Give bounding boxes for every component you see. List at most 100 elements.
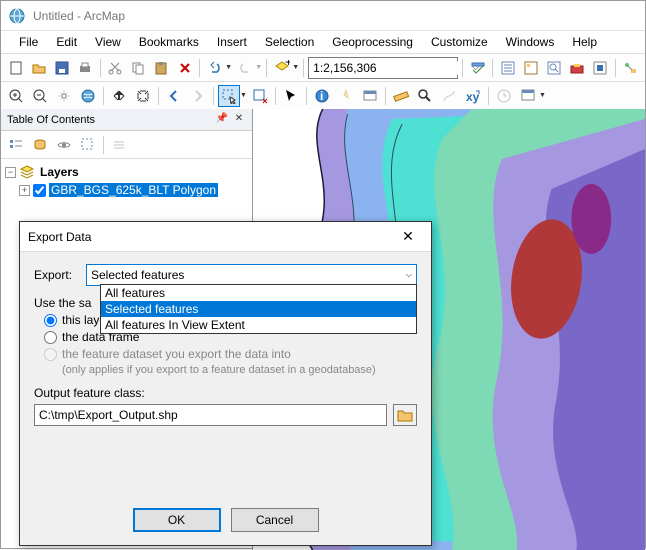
scale-input[interactable]: ⌵ — [308, 57, 458, 79]
close-icon[interactable]: ✕ — [232, 113, 246, 127]
export-dropdown-list: All features Selected features All featu… — [100, 284, 417, 334]
output-path-input[interactable] — [34, 404, 387, 426]
dropdown-icon[interactable]: ▼ — [225, 64, 232, 71]
toc-header: Table Of Contents 📌 ✕ — [1, 109, 252, 131]
collapse-icon[interactable]: − — [5, 167, 16, 178]
go-to-xy-icon[interactable]: xy — [462, 85, 484, 107]
separator — [275, 87, 276, 105]
export-option[interactable]: All features — [101, 285, 416, 301]
separator — [100, 59, 101, 77]
dialog-footer: OK Cancel — [20, 503, 431, 545]
options-icon[interactable] — [108, 134, 130, 156]
export-value: Selected features — [91, 268, 184, 282]
dropdown-icon[interactable]: ▼ — [292, 64, 299, 71]
menu-geoprocessing[interactable]: Geoprocessing — [324, 33, 421, 51]
dropdown-icon[interactable]: ▼ — [255, 64, 262, 71]
dialog-titlebar[interactable]: Export Data ✕ — [20, 222, 431, 252]
list-by-selection-icon[interactable] — [77, 134, 99, 156]
pin-icon[interactable]: 📌 — [215, 113, 229, 127]
separator — [303, 59, 304, 77]
ok-button[interactable]: OK — [133, 508, 221, 532]
window-titlebar: Untitled - ArcMap — [1, 1, 645, 31]
dropdown-icon[interactable]: ▼ — [539, 92, 546, 99]
forward-icon[interactable] — [187, 85, 209, 107]
layers-root[interactable]: − Layers — [5, 163, 248, 181]
find-icon[interactable] — [414, 85, 436, 107]
new-icon[interactable] — [5, 57, 26, 79]
zoom-in-icon[interactable] — [5, 85, 27, 107]
menu-view[interactable]: View — [87, 33, 129, 51]
select-features-icon[interactable] — [218, 85, 240, 107]
fixed-zoom-in-icon[interactable] — [108, 85, 130, 107]
menu-help[interactable]: Help — [564, 33, 605, 51]
layer-checkbox[interactable] — [33, 184, 46, 197]
radio-frame-input[interactable] — [44, 331, 57, 344]
dialog-title: Export Data — [28, 230, 393, 244]
pan-icon[interactable] — [53, 85, 75, 107]
back-icon[interactable] — [163, 85, 185, 107]
clear-selection-icon[interactable] — [249, 85, 271, 107]
copy-icon[interactable] — [128, 57, 149, 79]
measure-icon[interactable] — [390, 85, 412, 107]
separator — [488, 87, 489, 105]
menu-windows[interactable]: Windows — [498, 33, 563, 51]
menu-edit[interactable]: Edit — [48, 33, 85, 51]
dialog-body: Export: Selected features ⌵ All features… — [20, 252, 431, 503]
list-by-visibility-icon[interactable] — [53, 134, 75, 156]
identify-icon[interactable]: i — [311, 85, 333, 107]
catalog-icon[interactable] — [520, 57, 541, 79]
search-icon[interactable] — [544, 57, 565, 79]
export-option[interactable]: All features In View Extent — [101, 317, 416, 333]
time-slider-icon[interactable] — [493, 85, 515, 107]
expand-icon[interactable]: + — [19, 185, 30, 196]
scale-field[interactable] — [309, 61, 472, 75]
dropdown-icon[interactable]: ▼ — [240, 92, 247, 99]
html-popup-icon[interactable] — [359, 85, 381, 107]
separator — [199, 59, 200, 77]
add-data-icon[interactable]: + — [271, 57, 292, 79]
undo-icon[interactable] — [204, 57, 225, 79]
menu-file[interactable]: File — [11, 33, 46, 51]
menu-bookmarks[interactable]: Bookmarks — [131, 33, 207, 51]
menu-selection[interactable]: Selection — [257, 33, 322, 51]
zoom-out-icon[interactable] — [29, 85, 51, 107]
export-dropdown[interactable]: Selected features ⌵ — [86, 264, 417, 286]
list-by-source-icon[interactable] — [29, 134, 51, 156]
python-icon[interactable] — [590, 57, 611, 79]
layer-item[interactable]: + GBR_BGS_625k_BLT Polygon — [5, 181, 248, 199]
hyperlink-icon[interactable] — [335, 85, 357, 107]
redo-icon[interactable] — [234, 57, 255, 79]
cancel-button[interactable]: Cancel — [231, 508, 319, 532]
fixed-zoom-out-icon[interactable] — [132, 85, 154, 107]
browse-button[interactable] — [393, 404, 417, 426]
select-elements-icon[interactable] — [280, 85, 302, 107]
arctoolbox-icon[interactable] — [567, 57, 588, 79]
find-route-icon[interactable] — [438, 85, 460, 107]
output-label: Output feature class: — [34, 386, 417, 400]
open-icon[interactable] — [28, 57, 49, 79]
cut-icon[interactable] — [105, 57, 126, 79]
editor-toolbar-icon[interactable] — [467, 57, 488, 79]
print-icon[interactable] — [74, 57, 95, 79]
menu-insert[interactable]: Insert — [209, 33, 255, 51]
export-option[interactable]: Selected features — [101, 301, 416, 317]
full-extent-icon[interactable] — [77, 85, 99, 107]
radio-source-input[interactable] — [44, 314, 57, 327]
export-data-dialog: Export Data ✕ Export: Selected features … — [19, 221, 432, 546]
layers-label: Layers — [38, 165, 81, 179]
model-builder-icon[interactable] — [620, 57, 641, 79]
create-viewer-icon[interactable] — [517, 85, 539, 107]
separator — [385, 87, 386, 105]
paste-icon[interactable] — [151, 57, 172, 79]
close-icon[interactable]: ✕ — [393, 223, 423, 251]
list-by-drawing-icon[interactable] — [5, 134, 27, 156]
toc-title: Table Of Contents — [7, 114, 212, 126]
separator — [103, 136, 104, 154]
standard-toolbar: ▼ ▼ + ▼ ⌵ — [1, 53, 645, 81]
delete-icon[interactable] — [174, 57, 195, 79]
export-label: Export: — [34, 268, 86, 282]
save-icon[interactable] — [51, 57, 72, 79]
menu-customize[interactable]: Customize — [423, 33, 496, 51]
toc-icon[interactable] — [497, 57, 518, 79]
separator — [103, 87, 104, 105]
